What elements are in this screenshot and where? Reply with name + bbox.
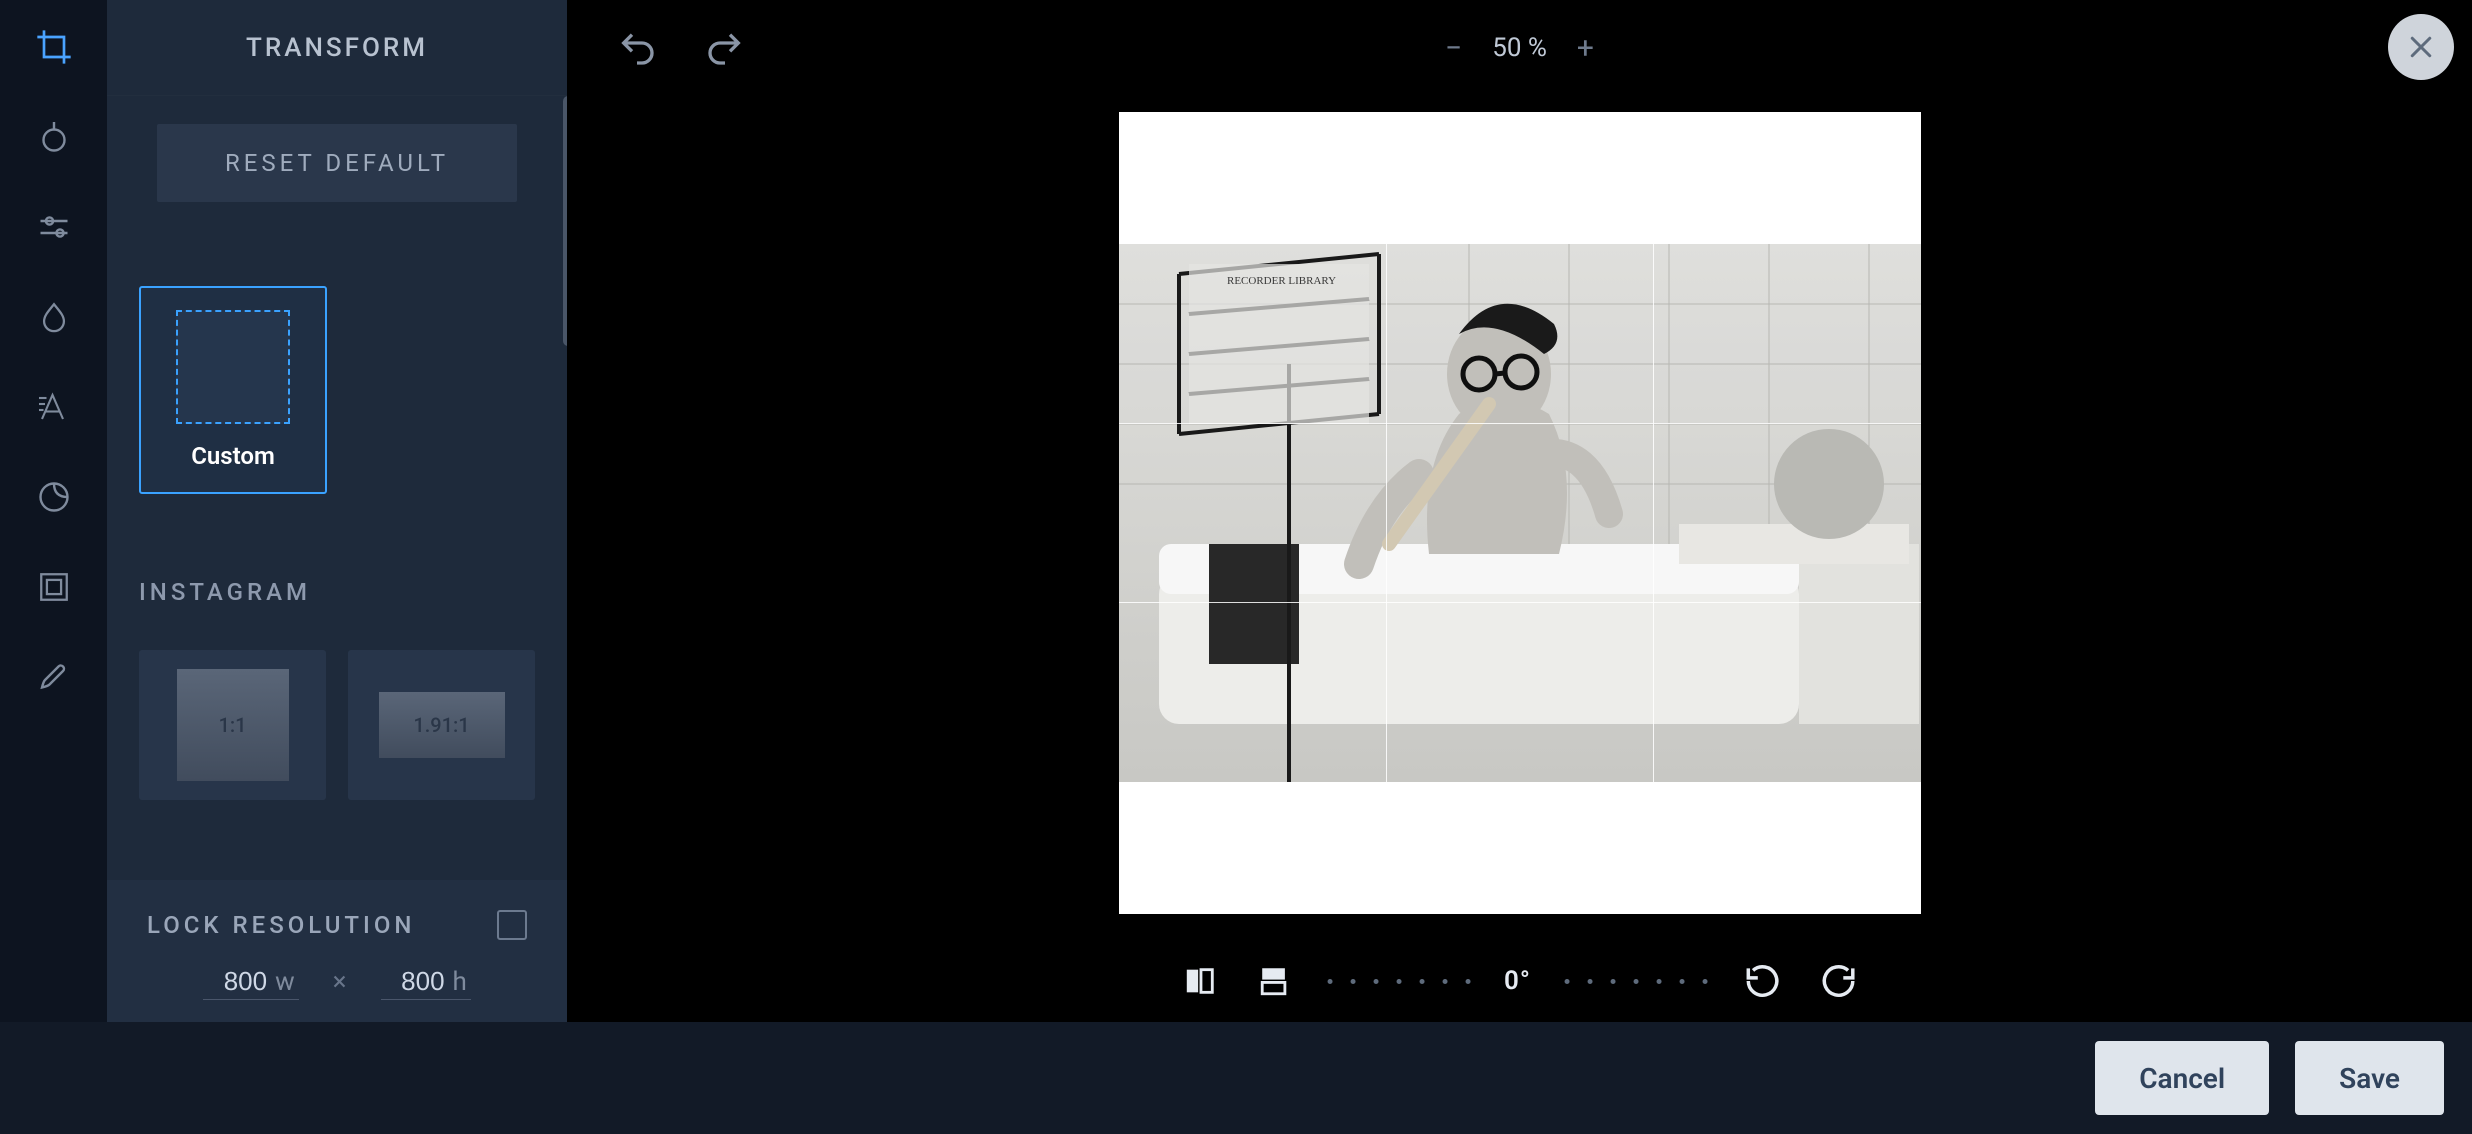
instagram-preset-square[interactable]: 1:1 <box>139 650 326 800</box>
canvas-top-bar: − 50 % + <box>567 0 2472 96</box>
height-unit: h <box>453 967 467 997</box>
lock-resolution-checkbox[interactable] <box>497 910 527 940</box>
reset-default-button[interactable]: RESET DEFAULT <box>157 124 517 202</box>
rotate-ticks-right[interactable] <box>1565 979 1708 984</box>
canvas-area: − 50 % + <box>567 0 2472 1022</box>
rotate-ticks-left[interactable] <box>1327 979 1470 984</box>
close-button[interactable] <box>2388 14 2454 80</box>
height-input[interactable] <box>385 966 445 997</box>
flip-vertical-button[interactable] <box>1253 961 1293 1001</box>
flip-horizontal-button[interactable] <box>1179 961 1219 1001</box>
rotate-ccw-button[interactable] <box>1742 960 1784 1002</box>
exposure-tool-icon[interactable] <box>32 115 76 159</box>
instagram-preset-wide[interactable]: 1.91:1 <box>348 650 535 800</box>
undo-button[interactable] <box>615 26 659 70</box>
redo-button[interactable] <box>703 26 747 70</box>
instagram-preset-square-label: 1:1 <box>177 669 289 781</box>
zoom-out-button[interactable]: − <box>1445 31 1462 66</box>
adjust-sliders-icon[interactable] <box>32 205 76 249</box>
footer: Cancel Save <box>0 1022 2472 1134</box>
text-tool-icon[interactable] <box>32 385 76 429</box>
rotation-value: 0° <box>1504 966 1531 996</box>
rotate-cw-button[interactable] <box>1818 960 1860 1002</box>
preset-custom[interactable]: Custom <box>139 286 327 494</box>
width-unit: w <box>275 967 295 997</box>
width-input[interactable] <box>207 966 267 997</box>
instagram-section-title: INSTAGRAM <box>139 578 535 606</box>
sticker-tool-icon[interactable] <box>32 475 76 519</box>
width-field[interactable]: w <box>203 964 299 1000</box>
preset-custom-label: Custom <box>191 442 275 470</box>
zoom-value: 50 % <box>1492 33 1547 63</box>
panel-title: TRANSFORM <box>107 0 567 96</box>
dimension-separator: × <box>333 967 347 997</box>
preset-custom-glyph <box>176 310 290 424</box>
crop-tool-icon[interactable] <box>32 25 76 69</box>
zoom-in-button[interactable]: + <box>1577 31 1594 66</box>
zoom-controls: − 50 % + <box>1445 31 1594 66</box>
tool-rail <box>0 0 107 1134</box>
droplet-tool-icon[interactable] <box>32 295 76 339</box>
instagram-preset-wide-label: 1.91:1 <box>379 692 505 758</box>
save-button[interactable]: Save <box>2295 1041 2444 1115</box>
brush-tool-icon[interactable] <box>32 655 76 699</box>
cancel-button[interactable]: Cancel <box>2095 1041 2269 1115</box>
image-preview: RECORDER LIBRARY <box>1119 244 1921 782</box>
rotate-bar: 0° <box>1179 960 1860 1002</box>
lock-resolution-title: LOCK RESOLUTION <box>147 911 415 939</box>
crop-stage[interactable]: RECORDER LIBRARY <box>1119 112 1921 914</box>
height-field[interactable]: h <box>381 964 471 1000</box>
frame-tool-icon[interactable] <box>32 565 76 609</box>
lock-resolution-bar: LOCK RESOLUTION w × h <box>107 880 567 1022</box>
